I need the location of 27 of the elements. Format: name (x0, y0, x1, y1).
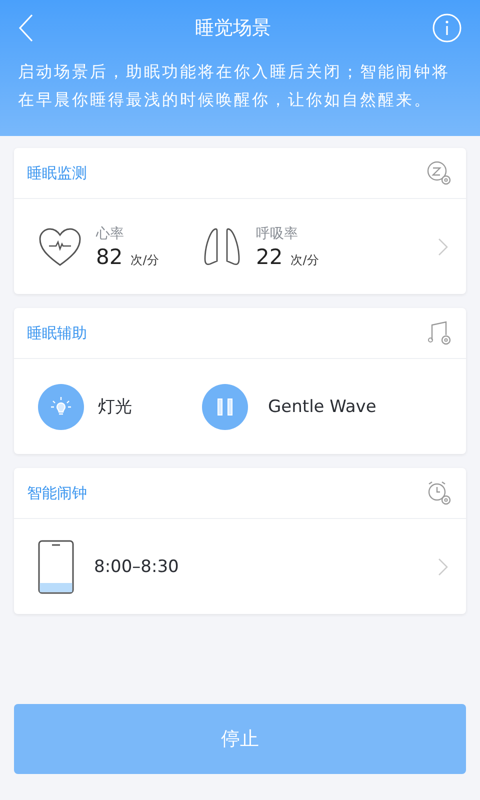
aid-label: 灯光 (98, 396, 132, 418)
info-icon[interactable] (432, 13, 462, 43)
pause-button[interactable] (202, 384, 248, 430)
metric-label: 心率 (96, 224, 125, 242)
sleep-settings-icon[interactable] (426, 160, 452, 186)
chevron-right-icon[interactable] (438, 558, 448, 576)
page-title: 睡觉场景 (195, 16, 271, 41)
scene-description: 启动场景后，助眠功能将在你入睡后关闭；智能闹钟将在早晨你睡得最浅的时候唤醒你，让你如自然醒来。 (18, 61, 451, 111)
metric-value: 82 (96, 244, 123, 268)
section-title: 睡眠辅助 (27, 324, 87, 342)
metric-value: 22 (256, 244, 283, 268)
music-settings-icon[interactable] (426, 320, 452, 346)
light-bulb-button[interactable] (38, 384, 84, 430)
alarm-time-range: 8:00–8:30 (94, 556, 179, 576)
lungs-icon (202, 226, 242, 268)
back-icon[interactable] (18, 14, 34, 42)
stop-button[interactable]: 停止 (14, 704, 466, 774)
metric-label: 呼吸率 (256, 224, 299, 242)
phone-icon (38, 540, 74, 594)
section-title: 智能闹钟 (27, 484, 87, 502)
metric-unit: 次/分 (130, 252, 159, 268)
section-title: 睡眠监测 (27, 164, 87, 182)
chevron-right-icon[interactable] (438, 238, 448, 256)
metric-unit: 次/分 (290, 252, 319, 268)
aid-label: Gentle Wave (268, 396, 376, 416)
alarm-settings-icon[interactable] (426, 480, 452, 506)
heart-rate-icon (38, 226, 82, 266)
